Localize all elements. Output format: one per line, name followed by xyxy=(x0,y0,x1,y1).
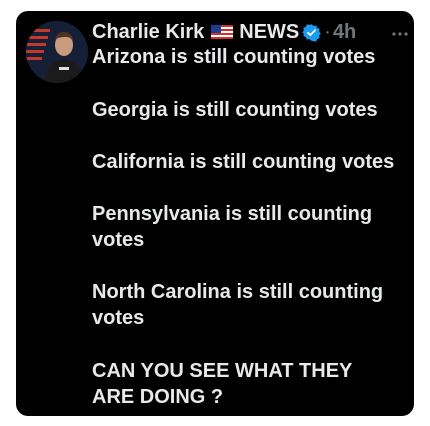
tweet-line-georgia: Georgia is still counting votes xyxy=(92,99,378,121)
avatar-image xyxy=(26,21,88,83)
tweet-line-california: California is still counting votes xyxy=(92,151,395,173)
tweet-line-closing: CAN YOU SEE WHAT THEY ARE DOING ? xyxy=(92,360,353,408)
us-flag-icon xyxy=(211,25,234,39)
tweet-card: Charlie Kirk NEWS · 4h Arizona is still … xyxy=(16,11,414,416)
more-options-icon[interactable] xyxy=(392,24,408,36)
author-name[interactable]: Charlie Kirk xyxy=(92,21,204,44)
news-label: NEWS xyxy=(239,20,300,43)
timestamp[interactable]: 4h xyxy=(333,21,356,44)
avatar[interactable] xyxy=(26,21,88,83)
tweet-line-north-carolina: North Carolina is still counting votes xyxy=(92,281,384,329)
tweet-header: Charlie Kirk NEWS · 4h xyxy=(92,17,408,47)
tweet-line-arizona: Arizona is still counting votes xyxy=(92,46,376,68)
separator-dot: · xyxy=(324,20,331,43)
verified-badge-icon xyxy=(302,23,322,42)
tweet-line-pennsylvania: Pennsylvania is still counting votes xyxy=(92,203,373,251)
